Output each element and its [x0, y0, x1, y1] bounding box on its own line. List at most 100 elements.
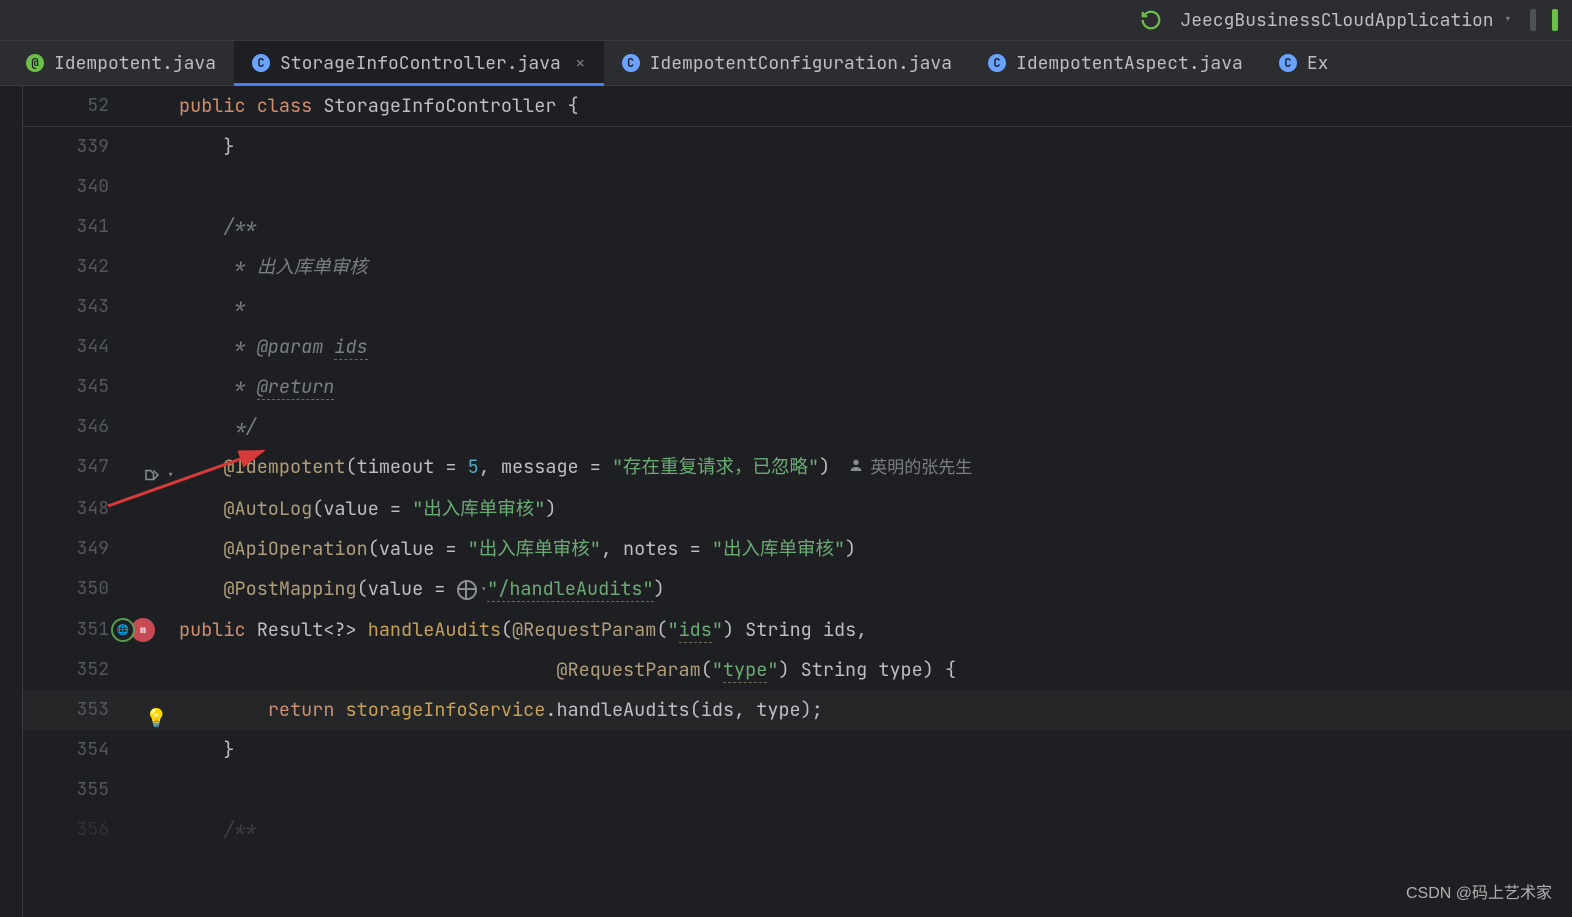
gutter-cell — [109, 407, 179, 447]
code-line[interactable]: public Result<?> handleAudits(@RequestPa… — [179, 610, 1572, 650]
project-tool-strip[interactable] — [0, 86, 23, 917]
gutter-cell: 💡 — [109, 690, 179, 730]
tab-label: Ex — [1307, 52, 1329, 75]
editor-area: 52public class StorageInfoController {33… — [0, 86, 1572, 917]
code-line[interactable]: } — [179, 127, 1572, 168]
line-number: 350 — [23, 569, 109, 610]
code-row: 351🌐m public Result<?> handleAudits(@Requ… — [23, 610, 1572, 650]
code-row: 352 @RequestParam("type") String type) { — [23, 650, 1572, 690]
editor-tab[interactable]: C Ex — [1261, 41, 1347, 85]
run-icon[interactable] — [1530, 9, 1536, 31]
code-editor[interactable]: 52public class StorageInfoController {33… — [23, 86, 1572, 917]
code-row: 349 @ApiOperation(value = "出入库单审核", note… — [23, 529, 1572, 569]
gutter-cell — [109, 127, 179, 168]
gutter-cell — [109, 730, 179, 770]
gutter-cell — [109, 569, 179, 610]
editor-tab[interactable]: CIdempotentAspect.java — [970, 41, 1261, 85]
gutter-cell — [109, 447, 179, 489]
watermark-text: CSDN @码上艺术家 — [1406, 879, 1552, 903]
gutter-cell — [109, 247, 179, 287]
ide-root: JeecgBusinessCloudApplication ▾ @Idempot… — [0, 0, 1572, 917]
line-number: 342 — [23, 247, 109, 287]
code-line[interactable]: } — [179, 730, 1572, 770]
class-file-icon: C — [988, 54, 1006, 72]
gutter-cell — [109, 529, 179, 569]
code-line[interactable]: @Idempotent(timeout = 5, message = "存在重复… — [179, 447, 1572, 489]
code-line[interactable]: * 出入库单审核 — [179, 247, 1572, 287]
code-line[interactable]: @AutoLog(value = "出入库单审核") — [179, 489, 1572, 529]
close-icon[interactable]: × — [575, 52, 586, 75]
code-line[interactable]: * @return — [179, 367, 1572, 407]
class-file-icon: C — [622, 54, 640, 72]
tab-label: StorageInfoController.java — [280, 52, 561, 75]
gutter-cell — [109, 650, 179, 690]
editor-tab[interactable]: C StorageInfoController.java × — [234, 41, 604, 85]
code-row: 353💡 return storageInfoService.handleAud… — [23, 690, 1572, 730]
code-line[interactable] — [179, 770, 1572, 810]
gutter-cell — [109, 489, 179, 529]
line-number: 352 — [23, 650, 109, 690]
request-mapping-gutter-icon[interactable]: 🌐m — [111, 618, 155, 642]
editor-tab[interactable]: @ Idempotent.java — [8, 41, 234, 85]
gutter-cell — [109, 367, 179, 407]
code-line[interactable]: * — [179, 287, 1572, 327]
code-row: 354 } — [23, 730, 1572, 770]
code-line[interactable] — [179, 167, 1572, 207]
author-inlay-icon[interactable] — [848, 447, 864, 487]
debug-icon[interactable] — [1552, 9, 1558, 31]
line-number: 354 — [23, 730, 109, 770]
code-line[interactable]: /** — [179, 810, 1572, 850]
line-number: 344 — [23, 327, 109, 367]
gutter-cell — [109, 207, 179, 247]
gutter-cell — [109, 287, 179, 327]
editor-tab[interactable]: C IdempotentConfiguration.java — [604, 41, 970, 85]
code-line[interactable]: @PostMapping(value = ▾"/handleAudits") — [179, 569, 1572, 610]
code-line[interactable]: /** — [179, 207, 1572, 247]
line-number: 353 — [23, 690, 109, 730]
class-file-icon: C — [252, 54, 270, 72]
line-number: 340 — [23, 167, 109, 207]
tab-label: Idempotent.java — [54, 52, 216, 75]
run-config-label: JeecgBusinessCloudApplication — [1180, 9, 1493, 32]
annotation-file-icon: @ — [26, 54, 44, 72]
sticky-context-line: 52public class StorageInfoController { — [23, 86, 1572, 127]
code-row: 355 — [23, 770, 1572, 810]
editor-tabs: @ Idempotent.java C StorageInfoController.j… — [0, 41, 1572, 86]
code-line[interactable]: @ApiOperation(value = "出入库单审核", notes = … — [179, 529, 1572, 569]
gutter-cell — [109, 167, 179, 207]
code-line[interactable]: return storageInfoService.handleAudits(i… — [179, 690, 1572, 730]
code-row: 343 * — [23, 287, 1572, 327]
code-table: 52public class StorageInfoController {33… — [23, 86, 1572, 850]
code-line[interactable]: * @param ids — [179, 327, 1572, 367]
chevron-down-icon: ▾ — [1504, 11, 1512, 29]
url-globe-icon[interactable]: ▾ — [457, 570, 488, 610]
code-row: 356 /** — [23, 810, 1572, 850]
code-row: 346 */ — [23, 407, 1572, 447]
line-number: 351 — [23, 610, 109, 650]
code-line[interactable]: */ — [179, 407, 1572, 447]
code-row: 345 * @return — [23, 367, 1572, 407]
line-number: 347 — [23, 447, 109, 489]
gutter-cell: 🌐m — [109, 610, 179, 650]
code-line[interactable]: public class StorageInfoController { — [179, 86, 1572, 127]
gutter-cell — [109, 327, 179, 367]
line-number: 355 — [23, 770, 109, 810]
line-number: 341 — [23, 207, 109, 247]
gutter-cell — [109, 770, 179, 810]
reload-icon[interactable] — [1140, 9, 1162, 31]
code-row: 341 /** — [23, 207, 1572, 247]
author-inlay-text[interactable]: 英明的张先生 — [870, 457, 972, 479]
code-row: 350 @PostMapping(value = ▾"/handleAudits… — [23, 569, 1572, 610]
line-number: 345 — [23, 367, 109, 407]
code-row: 340 — [23, 167, 1572, 207]
code-row: 342 * 出入库单审核 — [23, 247, 1572, 287]
code-line[interactable]: @RequestParam("type") String type) { — [179, 650, 1572, 690]
line-number: 356 — [23, 810, 109, 850]
code-row: 347 @Idempotent(timeout = 5, message = "… — [23, 447, 1572, 489]
tab-label: IdempotentConfiguration.java — [650, 52, 952, 75]
line-number: 339 — [23, 127, 109, 168]
main-toolbar: JeecgBusinessCloudApplication ▾ — [0, 0, 1572, 41]
run-config-dropdown[interactable]: JeecgBusinessCloudApplication ▾ — [1180, 9, 1512, 32]
line-number: 348 — [23, 489, 109, 529]
class-file-icon: C — [1279, 54, 1297, 72]
